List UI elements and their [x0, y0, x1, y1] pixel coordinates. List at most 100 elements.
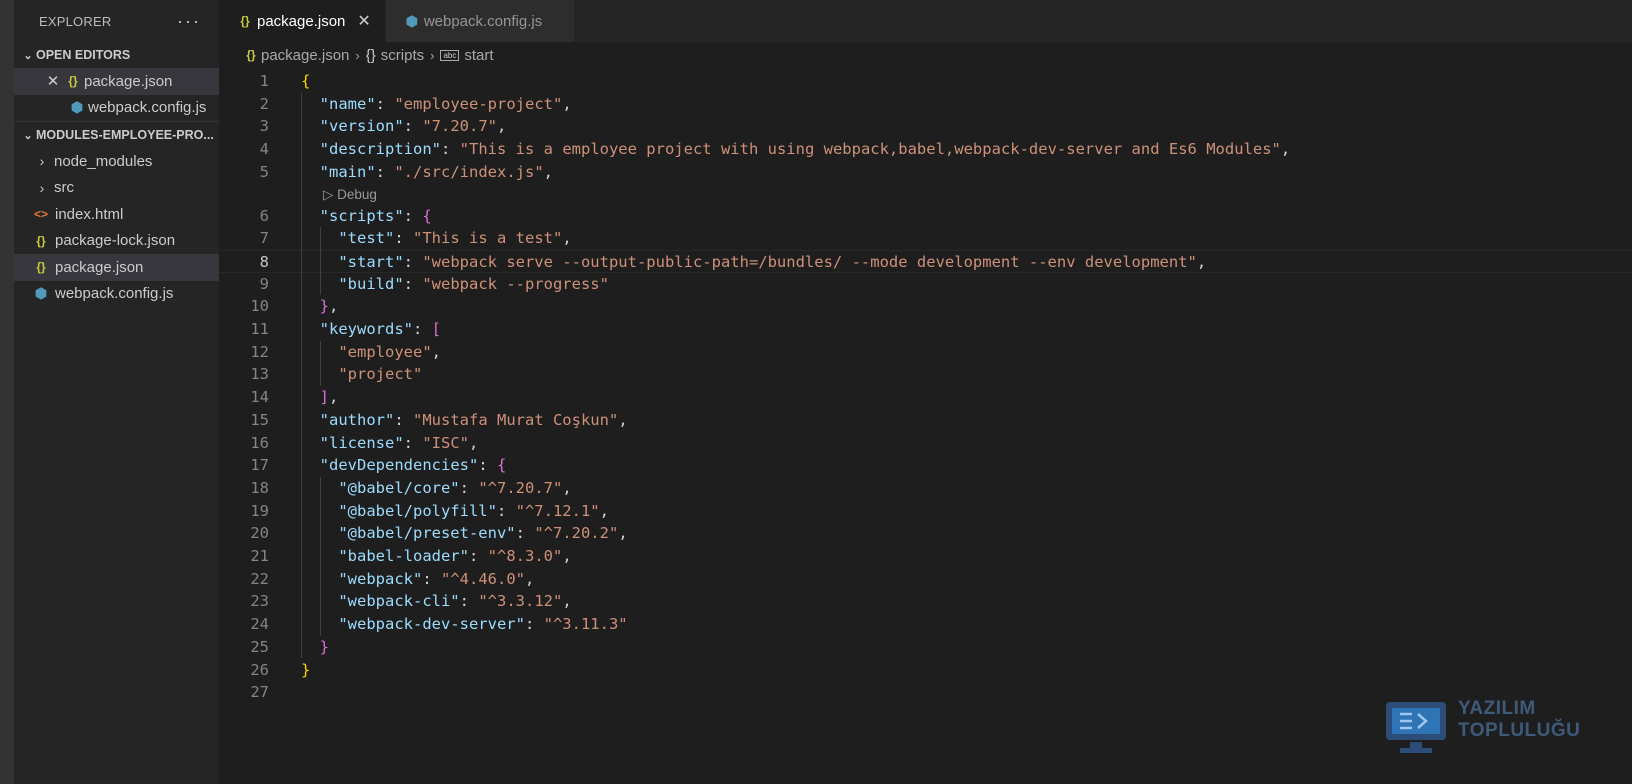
tree-item-package-json[interactable]: {} package.json — [14, 254, 219, 281]
code-token: "^7.20.2" — [534, 524, 619, 543]
code-line[interactable]: 18 "@babel/core": "^7.20.7", — [219, 477, 1632, 500]
json-icon: {} — [36, 260, 46, 275]
tab-label: webpack.config.js — [423, 12, 543, 30]
code-line[interactable]: 5 "main": "./src/index.js", — [219, 161, 1632, 184]
chevron-down-icon: ⌄ — [23, 49, 33, 62]
breadcrumb-file[interactable]: package.json — [261, 47, 349, 64]
open-editors-header[interactable]: ⌄ OPEN EDITORS — [14, 42, 219, 68]
breadcrumb-start[interactable]: start — [464, 47, 493, 64]
code-line[interactable]: 12 "employee", — [219, 341, 1632, 364]
code-token: "webpack-dev-server" — [338, 615, 525, 634]
tree-item-index-html[interactable]: <> index.html — [14, 201, 219, 228]
code-line[interactable]: 20 "@babel/preset-env": "^7.20.2", — [219, 522, 1632, 545]
code-line[interactable]: 7 "test": "This is a test", — [219, 227, 1632, 250]
code-token: } — [319, 297, 330, 316]
code-token: "^7.12.1" — [515, 501, 600, 520]
tree-item-package-lock-json[interactable]: {} package-lock.json — [14, 228, 219, 255]
tree-item-label: package.json — [55, 258, 144, 276]
code-line[interactable]: 24 "webpack-dev-server": "^3.11.3" — [219, 613, 1632, 636]
tab-webpack-config[interactable]: ⬢ webpack.config.js — [385, 0, 576, 42]
code-editor[interactable]: 1{2 "name": "employee-project", 3 "versio… — [219, 68, 1632, 784]
editor-tab-bar: {} package.json ✕ ⬢ webpack.config.js — [219, 0, 1632, 42]
debug-codelens[interactable]: ▷ Debug — [323, 185, 377, 205]
code-line[interactable]: 25 } — [219, 636, 1632, 659]
tree-item-src[interactable]: › src — [14, 175, 219, 202]
line-number: 3 — [259, 117, 269, 136]
code-line[interactable]: 10 }, — [219, 295, 1632, 318]
tree-item-webpack-config[interactable]: ⬢ webpack.config.js — [14, 281, 219, 308]
code-line[interactable]: 15 "author": "Mustafa Murat Coşkun", — [219, 409, 1632, 432]
code-token: , — [431, 342, 441, 361]
code-line[interactable]: 17 "devDependencies": { — [219, 454, 1632, 477]
html-icon: <> — [33, 207, 48, 222]
code-token: "author" — [319, 410, 395, 429]
close-icon[interactable]: ✕ — [44, 72, 62, 90]
code-line[interactable]: 8 "start": "webpack serve --output-publi… — [219, 249, 1632, 273]
code-line[interactable]: 4 "description": "This is a employee pro… — [219, 138, 1632, 161]
code-line[interactable]: 14 ], — [219, 386, 1632, 409]
code-line[interactable]: 22 "webpack": "^4.46.0", — [219, 568, 1632, 591]
project-folder-header[interactable]: ⌄ MODULES-EMPLOYEE-PRO... — [14, 122, 219, 148]
json-icon: {} — [36, 233, 46, 248]
code-token: "ISC" — [422, 433, 470, 452]
line-number: 1 — [259, 72, 269, 90]
watermark-line1: YAZILIM — [1458, 698, 1536, 719]
code-token: "^3.11.3" — [543, 615, 628, 634]
open-editor-item-webpack-config[interactable]: ⬢ webpack.config.js — [14, 95, 219, 122]
code-token: , — [1196, 252, 1207, 271]
code-text: "scripts": { — [301, 205, 432, 228]
code-line[interactable]: 23 "webpack-cli": "^3.3.12", — [219, 590, 1632, 613]
code-token: "^4.46.0" — [441, 569, 525, 588]
more-actions-icon[interactable]: ··· — [177, 11, 201, 32]
tree-item-node-modules[interactable]: › node_modules — [14, 148, 219, 175]
tab-package-json[interactable]: {} package.json ✕ — [219, 0, 386, 42]
code-line[interactable]: 9 "build": "webpack --progress" — [219, 273, 1632, 296]
code-text: "webpack-dev-server": "^3.11.3" — [301, 613, 628, 636]
code-token: : — [394, 229, 413, 248]
code-text: "version": "7.20.7", — [301, 115, 507, 138]
project-folder-label: MODULES-EMPLOYEE-PRO... — [36, 128, 214, 142]
open-editor-item-package-json[interactable]: ✕ {} package.json — [14, 68, 219, 95]
code-line[interactable]: 16 "license": "ISC", — [219, 432, 1632, 455]
indent-guide — [301, 92, 302, 659]
line-number: 2 — [259, 94, 269, 113]
code-line[interactable]: 21 "babel-loader": "^8.3.0", — [219, 545, 1632, 568]
code-text: "author": "Mustafa Murat Coşkun", — [301, 409, 628, 432]
line-number: 22 — [250, 569, 269, 588]
code-token: : — [403, 433, 423, 452]
code-token: : — [403, 252, 423, 271]
code-token: "^8.3.0" — [487, 547, 563, 565]
code-token: : — [459, 478, 479, 497]
webpack-icon: ⬢ — [70, 99, 84, 116]
code-token: : — [403, 117, 423, 136]
code-line[interactable]: 13 "project" — [219, 363, 1632, 386]
code-token: : — [403, 206, 423, 225]
code-line[interactable]: 11 "keywords": [ — [219, 318, 1632, 341]
code-token: "devDependencies" — [319, 456, 479, 475]
code-token: "start" — [338, 252, 404, 271]
code-line[interactable]: 19 "@babel/polyfill": "^7.12.1", — [219, 500, 1632, 523]
code-line[interactable]: 1{ — [219, 70, 1632, 93]
json-icon: {} — [68, 74, 78, 89]
line-number: 16 — [250, 433, 269, 452]
line-number: 23 — [250, 592, 269, 611]
code-line[interactable]: 2 "name": "employee-project", — [219, 93, 1632, 116]
indent-guide — [319, 340, 321, 387]
code-token: , — [543, 162, 553, 181]
close-icon[interactable]: ✕ — [357, 11, 370, 31]
object-icon: {} — [365, 46, 376, 64]
code-line[interactable]: 26} — [219, 659, 1632, 682]
code-line[interactable]: 6 "scripts": { — [219, 205, 1632, 228]
breadcrumb-scripts[interactable]: scripts — [381, 47, 424, 64]
code-line[interactable]: 3 "version": "7.20.7", — [219, 115, 1632, 138]
code-token: : — [468, 547, 488, 565]
explorer-title-bar: EXPLORER ··· — [14, 0, 219, 42]
line-number: 14 — [250, 388, 269, 407]
